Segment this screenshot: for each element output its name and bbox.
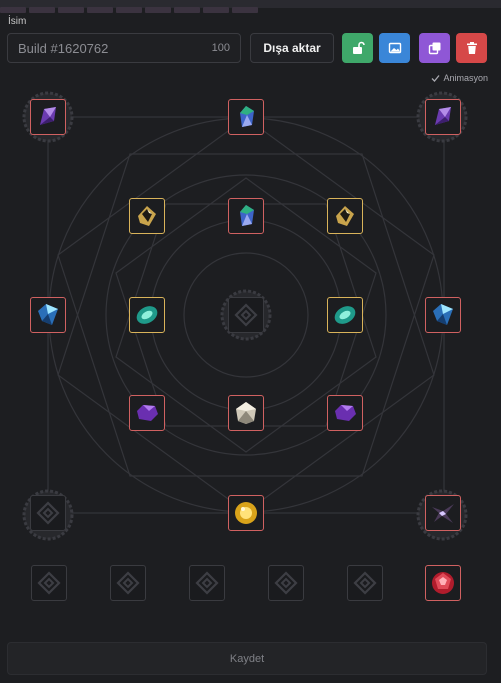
gem-slot-top-center[interactable]: [228, 99, 264, 135]
gem-slot-top-right[interactable]: [425, 99, 461, 135]
red-faceted-gem-icon: [432, 572, 454, 594]
empty-socket-icon: [353, 571, 377, 595]
golden-orb-icon: [235, 502, 257, 524]
gold-black-gem-icon: [336, 206, 354, 226]
gem-slot-center[interactable]: [228, 297, 264, 333]
empty-socket-icon: [116, 571, 140, 595]
blue-shard-icon: [433, 304, 453, 325]
purple-crystal-icon: [40, 107, 56, 125]
gem-slot-lower-right[interactable]: [327, 395, 363, 431]
dark-star-gem-icon: [432, 504, 454, 523]
gem-slot-inner-top-center[interactable]: [228, 198, 264, 234]
gem-slot-mid-right[interactable]: [425, 297, 461, 333]
save-button[interactable]: Kaydet: [7, 642, 487, 675]
inventory-slot-3[interactable]: [189, 565, 225, 601]
purple-hexagon-gem-icon: [335, 405, 356, 421]
blue-shard-icon: [38, 304, 58, 325]
gem-slot-top-left[interactable]: [30, 99, 66, 135]
purple-hexagon-gem-icon: [137, 405, 158, 421]
gem-slot-lower-left[interactable]: [129, 395, 165, 431]
empty-socket-icon: [36, 501, 60, 525]
blue-green-crystal-icon: [240, 106, 254, 127]
gem-slot-bottom-left[interactable]: [30, 495, 66, 531]
gem-slot-mid-left[interactable]: [30, 297, 66, 333]
purple-crystal-icon: [435, 107, 451, 125]
blue-green-crystal-icon: [240, 205, 254, 226]
white-diamond-icon: [236, 402, 256, 424]
inventory-slot-2[interactable]: [110, 565, 146, 601]
inventory-slot-5[interactable]: [347, 565, 383, 601]
empty-socket-icon: [195, 571, 219, 595]
teal-rune-icon: [136, 306, 158, 324]
inventory-slot-1[interactable]: [31, 565, 67, 601]
empty-socket-icon: [37, 571, 61, 595]
inventory-slot-6[interactable]: [425, 565, 461, 601]
empty-socket-icon: [234, 303, 258, 327]
teal-rune-icon: [334, 306, 356, 324]
gem-slot-inner-top-right[interactable]: [327, 198, 363, 234]
gold-black-gem-icon: [138, 206, 156, 226]
inventory-slot-4[interactable]: [268, 565, 304, 601]
empty-socket-icon: [274, 571, 298, 595]
gem-slot-mid-inner-left[interactable]: [129, 297, 165, 333]
gem-slot-inner-top-left[interactable]: [129, 198, 165, 234]
gem-slot-lower-center[interactable]: [228, 395, 264, 431]
gem-slot-mid-inner-right[interactable]: [327, 297, 363, 333]
gem-slot-bottom-right[interactable]: [425, 495, 461, 531]
gem-slot-bottom-center[interactable]: [228, 495, 264, 531]
